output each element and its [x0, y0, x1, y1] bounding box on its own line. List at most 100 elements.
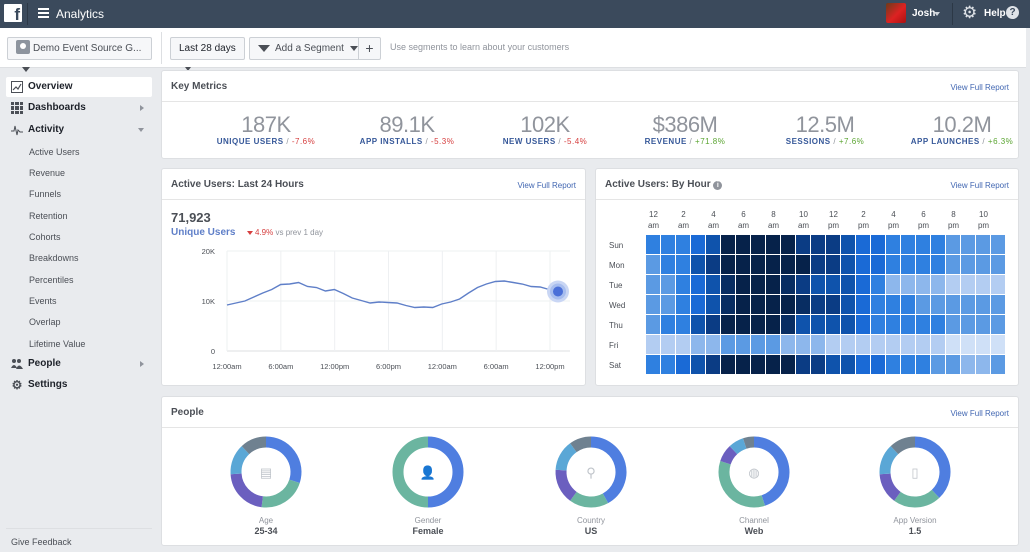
heatmap-cell[interactable] — [856, 335, 870, 354]
donut-segment[interactable] — [894, 489, 940, 508]
heatmap-cell[interactable] — [676, 315, 690, 334]
metric-sessions[interactable]: 12.5M SESSIONS / +7.6% — [750, 113, 900, 147]
sidebar-subitem-revenue[interactable]: Revenue — [29, 168, 65, 178]
heatmap-cell[interactable] — [946, 255, 960, 274]
heatmap-cell[interactable] — [841, 295, 855, 314]
heatmap-cell[interactable] — [766, 275, 780, 294]
donut-segment[interactable] — [261, 479, 300, 508]
heatmap-cell[interactable] — [961, 315, 975, 334]
heatmap-cell[interactable] — [961, 335, 975, 354]
heatmap-cell[interactable] — [781, 255, 795, 274]
heatmap-cell[interactable] — [961, 235, 975, 254]
heatmap-cell[interactable] — [991, 335, 1005, 354]
current-point-marker[interactable] — [553, 286, 563, 297]
heatmap-cell[interactable] — [811, 235, 825, 254]
heatmap-cell[interactable] — [751, 275, 765, 294]
heatmap-cell[interactable] — [706, 295, 720, 314]
heatmap-cell[interactable] — [856, 355, 870, 374]
heatmap-cell[interactable] — [796, 235, 810, 254]
hamburger-menu-icon[interactable] — [38, 8, 49, 18]
heatmap-cell[interactable] — [796, 335, 810, 354]
add-segment-plus-button[interactable]: + — [358, 37, 381, 60]
heatmap-cell[interactable] — [721, 295, 735, 314]
heatmap-cell[interactable] — [706, 355, 720, 374]
heatmap-cell[interactable] — [751, 255, 765, 274]
heatmap-cell[interactable] — [676, 235, 690, 254]
heatmap-cell[interactable] — [946, 355, 960, 374]
metric-app-launches[interactable]: 10.2M APP LAUNCHES / +6.3% — [887, 113, 1030, 147]
heatmap-cell[interactable] — [691, 355, 705, 374]
heatmap-cell[interactable] — [991, 235, 1005, 254]
add-segment-dropdown[interactable]: Add a Segment — [249, 37, 359, 60]
heatmap-cell[interactable] — [826, 295, 840, 314]
heatmap-cell[interactable] — [691, 315, 705, 334]
heatmap-cell[interactable] — [826, 255, 840, 274]
heatmap-cell[interactable] — [766, 355, 780, 374]
heatmap-cell[interactable] — [661, 295, 675, 314]
heatmap-cell[interactable] — [646, 235, 660, 254]
donut-segment[interactable] — [879, 446, 899, 475]
heatmap-cell[interactable] — [736, 295, 750, 314]
heatmap-cell[interactable] — [736, 255, 750, 274]
heatmap-cell[interactable] — [736, 315, 750, 334]
heatmap-cell[interactable] — [901, 255, 915, 274]
metric-name[interactable]: Unique Users — [171, 227, 235, 238]
heatmap-cell[interactable] — [901, 335, 915, 354]
heatmap-cell[interactable] — [961, 295, 975, 314]
facebook-logo-icon[interactable]: f — [4, 4, 22, 22]
heatmap-cell[interactable] — [871, 295, 885, 314]
heatmap-cell[interactable] — [736, 355, 750, 374]
heatmap-cell[interactable] — [916, 335, 930, 354]
heatmap-cell[interactable] — [886, 355, 900, 374]
heatmap-cell[interactable] — [841, 335, 855, 354]
heatmap-cell[interactable] — [676, 255, 690, 274]
heatmap-cell[interactable] — [946, 315, 960, 334]
heatmap-cell[interactable] — [721, 255, 735, 274]
metric-revenue[interactable]: $386M REVENUE / +71.8% — [610, 113, 760, 147]
heatmap-cell[interactable] — [856, 275, 870, 294]
date-range-dropdown[interactable]: Last 28 days — [170, 37, 245, 72]
heatmap-cell[interactable] — [931, 295, 945, 314]
heatmap-cell[interactable] — [796, 355, 810, 374]
heatmap-cell[interactable] — [856, 295, 870, 314]
heatmap-cell[interactable] — [811, 255, 825, 274]
heatmap-cell[interactable] — [781, 295, 795, 314]
heatmap-cell[interactable] — [961, 355, 975, 374]
heatmap-cell[interactable] — [901, 355, 915, 374]
info-icon[interactable]: i — [713, 181, 723, 190]
donut-segment[interactable] — [570, 436, 592, 453]
heatmap-cell[interactable] — [871, 235, 885, 254]
heatmap-cell[interactable] — [661, 235, 675, 254]
sidebar-subitem-events[interactable]: Events — [29, 296, 57, 306]
heatmap-cell[interactable] — [706, 255, 720, 274]
donut-segment[interactable] — [743, 436, 755, 449]
donut-segment[interactable] — [230, 473, 264, 508]
heatmap-cell[interactable] — [961, 275, 975, 294]
heatmap-cell[interactable] — [751, 355, 765, 374]
view-full-report-link[interactable]: View Full Report — [950, 83, 1009, 92]
heatmap-cell[interactable] — [871, 335, 885, 354]
heatmap-cell[interactable] — [751, 295, 765, 314]
heatmap-cell[interactable] — [916, 295, 930, 314]
donut-country[interactable]: ⚲ Country US — [531, 435, 651, 536]
heatmap-cell[interactable] — [811, 295, 825, 314]
heatmap-cell[interactable] — [991, 275, 1005, 294]
heatmap-cell[interactable] — [946, 275, 960, 294]
heatmap-cell[interactable] — [991, 255, 1005, 274]
metric-unique-users[interactable]: 187K UNIQUE USERS / -7.6% — [191, 113, 341, 147]
donut-segment[interactable] — [879, 473, 901, 501]
heatmap-cell[interactable] — [661, 335, 675, 354]
heatmap-cell[interactable] — [661, 315, 675, 334]
heatmap-cell[interactable] — [646, 275, 660, 294]
heatmap-cell[interactable] — [856, 235, 870, 254]
heatmap-cell[interactable] — [706, 275, 720, 294]
heatmap-cell[interactable] — [886, 335, 900, 354]
heatmap-cell[interactable] — [706, 235, 720, 254]
heatmap-cell[interactable] — [886, 235, 900, 254]
sidebar-subitem-cohorts[interactable]: Cohorts — [29, 232, 61, 242]
heatmap-cell[interactable] — [841, 355, 855, 374]
heatmap-cell[interactable] — [766, 315, 780, 334]
heatmap-cell[interactable] — [856, 255, 870, 274]
heatmap-cell[interactable] — [931, 335, 945, 354]
heatmap-cell[interactable] — [826, 275, 840, 294]
